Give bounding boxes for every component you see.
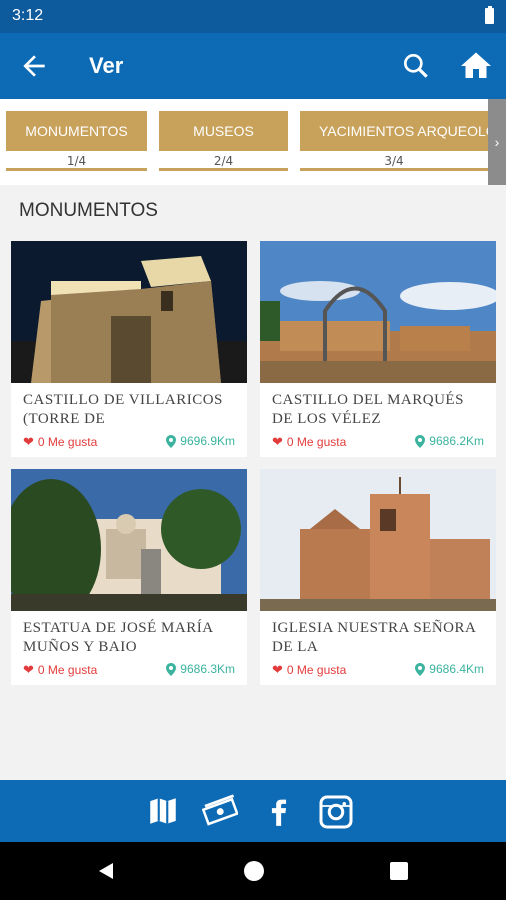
distance: 9686.2Km xyxy=(415,434,484,448)
map-icon[interactable] xyxy=(146,794,180,828)
likes[interactable]: ❤ 0 Me gusta xyxy=(23,662,97,678)
home-icon[interactable] xyxy=(458,48,494,84)
card-image xyxy=(260,469,496,611)
card-title: IGLESIA NUESTRA SEÑORA DE LA xyxy=(272,620,476,655)
category-tabs: MONUMENTOS 1/4 MUSEOS 2/4 YACIMIENTOS AR… xyxy=(0,99,506,185)
tab-count: 3/4 xyxy=(300,151,488,171)
distance: 9696.9Km xyxy=(166,434,235,448)
likes-text: 0 Me gusta xyxy=(37,663,98,677)
heart-icon: ❤ xyxy=(23,662,34,677)
tab-museos[interactable]: MUSEOS 2/4 xyxy=(159,111,288,173)
distance: 9686.3Km xyxy=(166,662,235,676)
card-image xyxy=(11,241,247,383)
tab-label: MUSEOS xyxy=(159,111,288,151)
arrow-left-icon[interactable] xyxy=(18,50,50,82)
bottom-bar xyxy=(0,780,506,842)
nav-recents-icon[interactable] xyxy=(390,862,408,880)
card-title: CASTILLO DE VILLARICOS (TORRE DE xyxy=(23,392,223,427)
distance: 9686.4Km xyxy=(415,662,484,676)
battery-icon xyxy=(485,6,494,24)
location-pin-icon xyxy=(415,662,426,676)
instagram-icon[interactable] xyxy=(318,794,353,829)
distance-text: 9686.2Km xyxy=(429,434,484,448)
distance-text: 9686.4Km xyxy=(429,662,484,676)
tab-monumentos[interactable]: MONUMENTOS 1/4 xyxy=(6,111,147,173)
monument-card[interactable]: IGLESIA NUESTRA SEÑORA DE LA ❤ 0 Me gusta… xyxy=(260,469,496,685)
location-pin-icon xyxy=(166,662,177,676)
card-title: ESTATUA DE JOSÉ MARÍA MUÑOS Y BAIO xyxy=(23,620,213,655)
app-bar: Ver xyxy=(0,33,506,99)
likes-text: 0 Me gusta xyxy=(286,435,347,449)
heart-icon: ❤ xyxy=(272,662,283,677)
money-icon[interactable] xyxy=(201,794,239,828)
monument-card[interactable]: CASTILLO DEL MARQUÉS DE LOS VÉLEZ ❤ 0 Me … xyxy=(260,241,496,457)
likes-text: 0 Me gusta xyxy=(37,435,98,449)
page-title: Ver xyxy=(89,53,124,78)
monument-card[interactable]: CASTILLO DE VILLARICOS (TORRE DE ❤ 0 Me g… xyxy=(11,241,247,457)
tab-label: YACIMIENTOS ARQUEOLOG xyxy=(300,111,488,151)
likes[interactable]: ❤ 0 Me gusta xyxy=(272,662,346,678)
tab-yacimientos[interactable]: YACIMIENTOS ARQUEOLOG 3/4 xyxy=(300,111,488,173)
location-pin-icon xyxy=(166,434,177,448)
heart-icon: ❤ xyxy=(23,434,34,449)
card-image xyxy=(260,241,496,383)
search-icon[interactable] xyxy=(400,50,432,82)
system-nav-bar xyxy=(0,842,506,900)
facebook-icon[interactable] xyxy=(262,794,296,828)
chevron-right-icon[interactable]: › xyxy=(488,99,506,185)
tab-count: 1/4 xyxy=(6,151,147,171)
likes-text: 0 Me gusta xyxy=(286,663,347,677)
heart-icon: ❤ xyxy=(272,434,283,449)
tab-count: 2/4 xyxy=(159,151,288,171)
distance-text: 9696.9Km xyxy=(180,434,235,448)
tab-label: MONUMENTOS xyxy=(6,111,147,151)
nav-back-icon[interactable] xyxy=(96,861,116,881)
card-image xyxy=(11,469,247,611)
nav-home-icon[interactable] xyxy=(244,861,264,881)
status-time: 3:12 xyxy=(12,7,44,24)
distance-text: 9686.3Km xyxy=(180,662,235,676)
status-bar: 3:12 xyxy=(0,0,506,33)
card-title: CASTILLO DEL MARQUÉS DE LOS VÉLEZ xyxy=(272,392,464,427)
likes[interactable]: ❤ 0 Me gusta xyxy=(272,434,346,450)
monument-card[interactable]: ESTATUA DE JOSÉ MARÍA MUÑOS Y BAIO ❤ 0 Me… xyxy=(11,469,247,685)
section-title: MONUMENTOS xyxy=(19,200,158,221)
location-pin-icon xyxy=(415,434,426,448)
likes[interactable]: ❤ 0 Me gusta xyxy=(23,434,97,450)
